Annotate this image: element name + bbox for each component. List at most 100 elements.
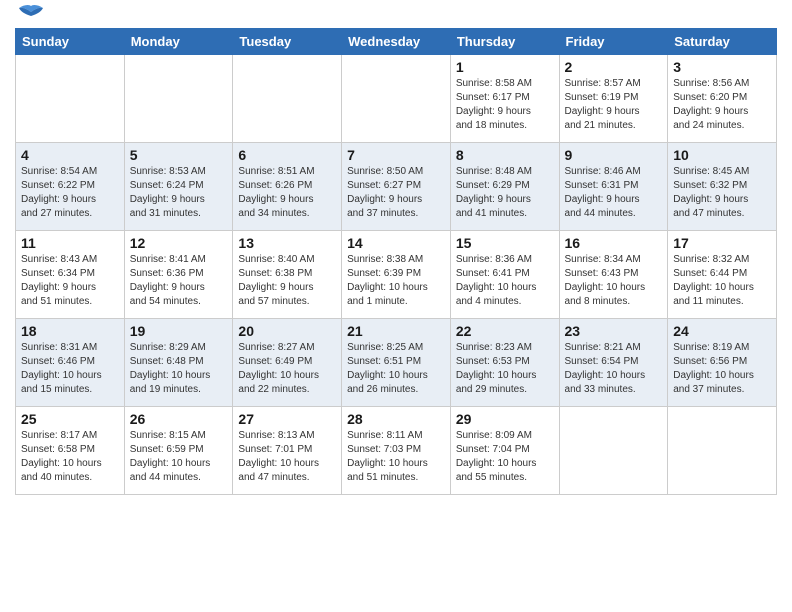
- day-info: Sunrise: 8:29 AM Sunset: 6:48 PM Dayligh…: [130, 341, 228, 397]
- day-info: Sunrise: 8:19 AM Sunset: 6:56 PM Dayligh…: [673, 341, 771, 397]
- day-number: 12: [130, 235, 228, 251]
- calendar-cell: 3 Sunrise: 8:56 AM Sunset: 6:20 PM Daylig…: [668, 55, 777, 143]
- day-number: 16: [565, 235, 663, 251]
- calendar-cell: 25 Sunrise: 8:17 AM Sunset: 6:58 PM Dayli…: [16, 407, 125, 495]
- day-number: 5: [130, 147, 228, 163]
- day-number: 9: [565, 147, 663, 163]
- weekday-header-wednesday: Wednesday: [342, 29, 451, 55]
- day-number: 14: [347, 235, 445, 251]
- page: SundayMondayTuesdayWednesdayThursdayFrid…: [0, 0, 792, 612]
- calendar-cell: 21 Sunrise: 8:25 AM Sunset: 6:51 PM Dayli…: [342, 319, 451, 407]
- day-number: 3: [673, 59, 771, 75]
- day-info: Sunrise: 8:46 AM Sunset: 6:31 PM Dayligh…: [565, 165, 663, 221]
- calendar-cell: 4 Sunrise: 8:54 AM Sunset: 6:22 PM Daylig…: [16, 143, 125, 231]
- day-number: 25: [21, 411, 119, 427]
- day-info: Sunrise: 8:40 AM Sunset: 6:38 PM Dayligh…: [238, 253, 336, 309]
- calendar-cell: [668, 407, 777, 495]
- day-number: 11: [21, 235, 119, 251]
- day-number: 28: [347, 411, 445, 427]
- day-number: 1: [456, 59, 554, 75]
- calendar-cell: 29Sunrise: 8:09 AM Sunset: 7:04 PM Dayli…: [450, 407, 559, 495]
- day-number: 22: [456, 323, 554, 339]
- weekday-header-saturday: Saturday: [668, 29, 777, 55]
- day-info: Sunrise: 8:41 AM Sunset: 6:36 PM Dayligh…: [130, 253, 228, 309]
- day-number: 17: [673, 235, 771, 251]
- day-number: 13: [238, 235, 336, 251]
- calendar-cell: 1 Sunrise: 8:58 AM Sunset: 6:17 PM Daylig…: [450, 55, 559, 143]
- calendar-cell: 12 Sunrise: 8:41 AM Sunset: 6:36 PM Dayli…: [124, 231, 233, 319]
- day-info: Sunrise: 8:38 AM Sunset: 6:39 PM Dayligh…: [347, 253, 445, 309]
- day-info: Sunrise: 8:31 AM Sunset: 6:46 PM Dayligh…: [21, 341, 119, 397]
- week-row-3: 11 Sunrise: 8:43 AM Sunset: 6:34 PM Dayli…: [16, 231, 777, 319]
- calendar-cell: 9 Sunrise: 8:46 AM Sunset: 6:31 PM Daylig…: [559, 143, 668, 231]
- day-info: Sunrise: 8:57 AM Sunset: 6:19 PM Dayligh…: [565, 77, 663, 133]
- calendar-cell: 22Sunrise: 8:23 AM Sunset: 6:53 PM Dayli…: [450, 319, 559, 407]
- day-number: 6: [238, 147, 336, 163]
- week-row-5: 25 Sunrise: 8:17 AM Sunset: 6:58 PM Dayli…: [16, 407, 777, 495]
- calendar-cell: 11 Sunrise: 8:43 AM Sunset: 6:34 PM Dayli…: [16, 231, 125, 319]
- calendar-table: SundayMondayTuesdayWednesdayThursdayFrid…: [15, 28, 777, 495]
- day-number: 8: [456, 147, 554, 163]
- day-info: Sunrise: 8:15 AM Sunset: 6:59 PM Dayligh…: [130, 429, 228, 485]
- day-number: 4: [21, 147, 119, 163]
- day-info: Sunrise: 8:43 AM Sunset: 6:34 PM Dayligh…: [21, 253, 119, 309]
- day-info: Sunrise: 8:36 AM Sunset: 6:41 PM Dayligh…: [456, 253, 554, 309]
- calendar-cell: 18 Sunrise: 8:31 AM Sunset: 6:46 PM Dayli…: [16, 319, 125, 407]
- day-number: 20: [238, 323, 336, 339]
- day-number: 7: [347, 147, 445, 163]
- calendar-cell: 28 Sunrise: 8:11 AM Sunset: 7:03 PM Dayli…: [342, 407, 451, 495]
- day-number: 23: [565, 323, 663, 339]
- calendar-cell: 16 Sunrise: 8:34 AM Sunset: 6:43 PM Dayli…: [559, 231, 668, 319]
- calendar-cell: 15 Sunrise: 8:36 AM Sunset: 6:41 PM Dayli…: [450, 231, 559, 319]
- calendar-cell: 19 Sunrise: 8:29 AM Sunset: 6:48 PM Dayli…: [124, 319, 233, 407]
- calendar-cell: 10 Sunrise: 8:45 AM Sunset: 6:32 PM Dayli…: [668, 143, 777, 231]
- week-row-4: 18 Sunrise: 8:31 AM Sunset: 6:46 PM Dayli…: [16, 319, 777, 407]
- day-info: Sunrise: 8:56 AM Sunset: 6:20 PM Dayligh…: [673, 77, 771, 133]
- day-number: 24: [673, 323, 771, 339]
- logo: [15, 10, 45, 22]
- weekday-header-friday: Friday: [559, 29, 668, 55]
- day-info: Sunrise: 8:54 AM Sunset: 6:22 PM Dayligh…: [21, 165, 119, 221]
- calendar-cell: 26 Sunrise: 8:15 AM Sunset: 6:59 PM Dayli…: [124, 407, 233, 495]
- day-info: Sunrise: 8:34 AM Sunset: 6:43 PM Dayligh…: [565, 253, 663, 309]
- calendar-cell: [124, 55, 233, 143]
- day-number: 27: [238, 411, 336, 427]
- day-number: 21: [347, 323, 445, 339]
- day-info: Sunrise: 8:09 AM Sunset: 7:04 PM Dayligh…: [456, 429, 554, 485]
- weekday-header-tuesday: Tuesday: [233, 29, 342, 55]
- day-number: 19: [130, 323, 228, 339]
- calendar-cell: 17 Sunrise: 8:32 AM Sunset: 6:44 PM Dayli…: [668, 231, 777, 319]
- header: [15, 10, 777, 22]
- day-info: Sunrise: 8:21 AM Sunset: 6:54 PM Dayligh…: [565, 341, 663, 397]
- calendar-cell: [342, 55, 451, 143]
- day-info: Sunrise: 8:58 AM Sunset: 6:17 PM Dayligh…: [456, 77, 554, 133]
- day-number: 15: [456, 235, 554, 251]
- calendar-cell: [233, 55, 342, 143]
- calendar-cell: 7 Sunrise: 8:50 AM Sunset: 6:27 PM Daylig…: [342, 143, 451, 231]
- calendar-cell: 27Sunrise: 8:13 AM Sunset: 7:01 PM Dayli…: [233, 407, 342, 495]
- day-number: 26: [130, 411, 228, 427]
- calendar-cell: 8Sunrise: 8:48 AM Sunset: 6:29 PM Daylig…: [450, 143, 559, 231]
- day-info: Sunrise: 8:50 AM Sunset: 6:27 PM Dayligh…: [347, 165, 445, 221]
- day-info: Sunrise: 8:53 AM Sunset: 6:24 PM Dayligh…: [130, 165, 228, 221]
- calendar-cell: 2 Sunrise: 8:57 AM Sunset: 6:19 PM Daylig…: [559, 55, 668, 143]
- calendar-cell: 6Sunrise: 8:51 AM Sunset: 6:26 PM Daylig…: [233, 143, 342, 231]
- calendar-cell: [559, 407, 668, 495]
- day-number: 10: [673, 147, 771, 163]
- day-info: Sunrise: 8:45 AM Sunset: 6:32 PM Dayligh…: [673, 165, 771, 221]
- calendar-cell: 5 Sunrise: 8:53 AM Sunset: 6:24 PM Daylig…: [124, 143, 233, 231]
- calendar-cell: [16, 55, 125, 143]
- day-number: 18: [21, 323, 119, 339]
- day-number: 2: [565, 59, 663, 75]
- logo-bird-icon: [17, 4, 45, 26]
- day-info: Sunrise: 8:25 AM Sunset: 6:51 PM Dayligh…: [347, 341, 445, 397]
- week-row-1: 1 Sunrise: 8:58 AM Sunset: 6:17 PM Daylig…: [16, 55, 777, 143]
- weekday-header-thursday: Thursday: [450, 29, 559, 55]
- day-info: Sunrise: 8:11 AM Sunset: 7:03 PM Dayligh…: [347, 429, 445, 485]
- day-info: Sunrise: 8:32 AM Sunset: 6:44 PM Dayligh…: [673, 253, 771, 309]
- weekday-header-sunday: Sunday: [16, 29, 125, 55]
- day-info: Sunrise: 8:17 AM Sunset: 6:58 PM Dayligh…: [21, 429, 119, 485]
- weekday-header-row: SundayMondayTuesdayWednesdayThursdayFrid…: [16, 29, 777, 55]
- calendar-cell: 24 Sunrise: 8:19 AM Sunset: 6:56 PM Dayli…: [668, 319, 777, 407]
- week-row-2: 4 Sunrise: 8:54 AM Sunset: 6:22 PM Daylig…: [16, 143, 777, 231]
